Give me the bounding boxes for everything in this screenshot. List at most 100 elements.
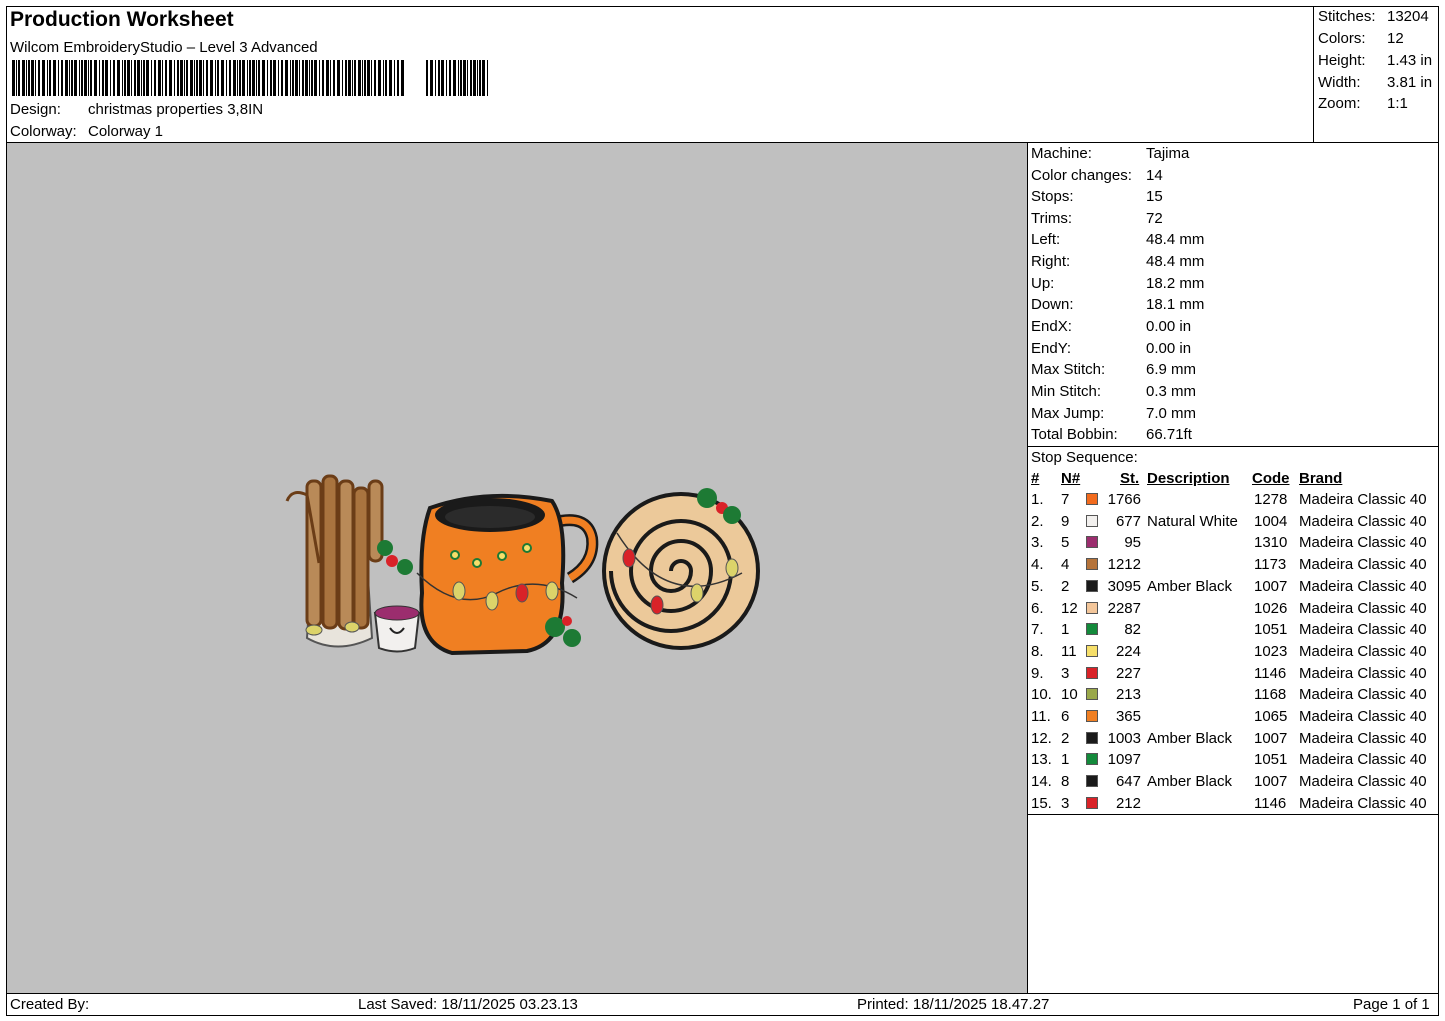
- info-value: 66.71ft: [1146, 426, 1192, 443]
- info-label: Left:: [1031, 231, 1061, 248]
- stop-row: 13. 1 1097 1051 Madeira Classic 40: [1028, 751, 1439, 772]
- col-header-needle: N#: [1061, 470, 1081, 487]
- barcode-bar: [364, 60, 366, 96]
- created-by: Created By:: [10, 996, 90, 1013]
- design-value: christmas properties 3,8IN: [88, 101, 264, 118]
- info-label: Machine:: [1031, 145, 1092, 162]
- barcode-bar: [273, 60, 276, 96]
- thread-code: 1026: [1254, 599, 1288, 617]
- stitch-count: 95: [1124, 534, 1141, 552]
- barcode-bar: [362, 60, 363, 96]
- thread-brand: Madeira Classic 40: [1299, 751, 1427, 769]
- thread-description: Amber Black: [1147, 773, 1233, 791]
- thread-code: 1168: [1254, 686, 1287, 704]
- stitch-count: 365: [1115, 708, 1141, 725]
- info-row: Total Bobbin: 66.71ft: [1031, 426, 1431, 443]
- barcode-bar: [22, 60, 25, 96]
- color-swatch: [1086, 601, 1098, 614]
- barcode-bar: [473, 60, 476, 96]
- barcode-bar: [394, 60, 395, 96]
- printed-date: Printed: 18/11/2025 18.47.27: [857, 996, 1050, 1013]
- barcode-bar: [309, 60, 310, 96]
- barcode-bar: [99, 60, 100, 96]
- barcode-bar: [88, 60, 89, 96]
- stat-row: Zoom: 1:1: [1318, 95, 1436, 112]
- barcode-bar: [79, 60, 80, 96]
- page-number: Page 1 of 1: [1353, 996, 1430, 1013]
- barcode-bar: [305, 60, 308, 96]
- thread-code: 1051: [1254, 621, 1288, 639]
- stop-row: 10. 10 213 1168 Madeira Classic 40: [1028, 686, 1439, 707]
- design-row: Design: christmas properties 3,8IN: [10, 101, 263, 118]
- info-row: Right: 48.4 mm: [1031, 253, 1431, 270]
- colorway-value: Colorway 1: [88, 123, 164, 140]
- thread-brand: Madeira Classic 40: [1299, 621, 1427, 639]
- worksheet-header: Production Worksheet Wilcom EmbroiderySt…: [6, 6, 1314, 143]
- barcode-bar: [247, 60, 248, 96]
- thread-description: Amber Black: [1147, 577, 1233, 595]
- barcode-bar: [295, 60, 298, 96]
- stat-label: Colors:: [1318, 30, 1366, 47]
- info-label: Min Stitch:: [1031, 383, 1102, 400]
- barcode-bar: [242, 60, 245, 96]
- barcode-bar: [81, 60, 83, 96]
- col-header-description: Description: [1147, 470, 1230, 487]
- needle-number: 4: [1061, 556, 1070, 574]
- barcode-bar: [203, 60, 204, 96]
- stop-sequence-title: Stop Sequence:: [1031, 449, 1138, 466]
- barcode-bar: [435, 60, 436, 96]
- barcode-bar: [383, 60, 384, 96]
- barcode-bar: [302, 60, 304, 96]
- barcode-bar: [453, 60, 456, 96]
- info-row: Max Jump: 7.0 mm: [1031, 405, 1431, 422]
- barcode-bar: [47, 60, 48, 96]
- row-index: 3.: [1031, 534, 1044, 552]
- stitch-count: 677: [1115, 512, 1141, 530]
- sauce-cup: [373, 605, 421, 653]
- barcode-bar: [127, 60, 130, 96]
- stop-row: 3. 5 95 1310 Madeira Classic 40: [1028, 534, 1439, 555]
- barcode-bar: [262, 60, 265, 96]
- stop-row: 11. 6 365 1065 Madeira Classic 40: [1028, 708, 1439, 729]
- needle-number: 6: [1061, 708, 1070, 725]
- barcode-bar: [374, 60, 376, 96]
- info-row: Left: 48.4 mm: [1031, 231, 1431, 248]
- stitch-count: 2287: [1107, 599, 1141, 617]
- barcode-bar: [477, 60, 478, 96]
- stop-row: 7. 1 82 1051 Madeira Classic 40: [1028, 621, 1439, 642]
- stop-row: 14. 8 647 Amber Black 1007 Madeira Classic 40: [1028, 773, 1439, 794]
- barcode-bar: [270, 60, 272, 96]
- stitch-count: 3095: [1107, 577, 1141, 595]
- info-row: Color changes: 14: [1031, 167, 1431, 184]
- barcode-bar: [186, 60, 188, 96]
- barcode-bar: [122, 60, 123, 96]
- barcode-bar: [94, 60, 97, 96]
- barcode-bar: [53, 60, 56, 96]
- stitch-count: 647: [1115, 773, 1141, 791]
- thread-code: 1007: [1254, 773, 1288, 791]
- color-swatch: [1086, 623, 1098, 636]
- barcode-bar: [169, 60, 172, 96]
- barcode-bar: [26, 60, 27, 96]
- info-row: EndY: 0.00 in: [1031, 340, 1431, 357]
- thread-brand: Madeira Classic 40: [1299, 556, 1427, 574]
- barcode-bar: [389, 60, 392, 96]
- barcode-bar: [137, 60, 140, 96]
- barcode-bar: [430, 60, 433, 96]
- barcode-bar: [438, 60, 440, 96]
- col-header-code: Code: [1252, 470, 1290, 487]
- row-index: 7.: [1031, 621, 1044, 639]
- barcode-bar: [239, 60, 241, 96]
- stat-row: Width: 3.81 in: [1318, 74, 1436, 91]
- stat-value: 12: [1387, 30, 1404, 47]
- barcode-bar: [397, 60, 399, 96]
- embroidery-design-image: [285, 474, 760, 656]
- info-value: 0.3 mm: [1146, 383, 1197, 400]
- barcode-bar: [190, 60, 193, 96]
- divider: [1028, 446, 1439, 447]
- stitch-count: 227: [1115, 664, 1141, 682]
- info-row: Min Stitch: 0.3 mm: [1031, 383, 1431, 400]
- stat-value: 1:1: [1387, 95, 1408, 112]
- barcode-bar: [38, 60, 40, 96]
- color-swatch: [1086, 710, 1098, 722]
